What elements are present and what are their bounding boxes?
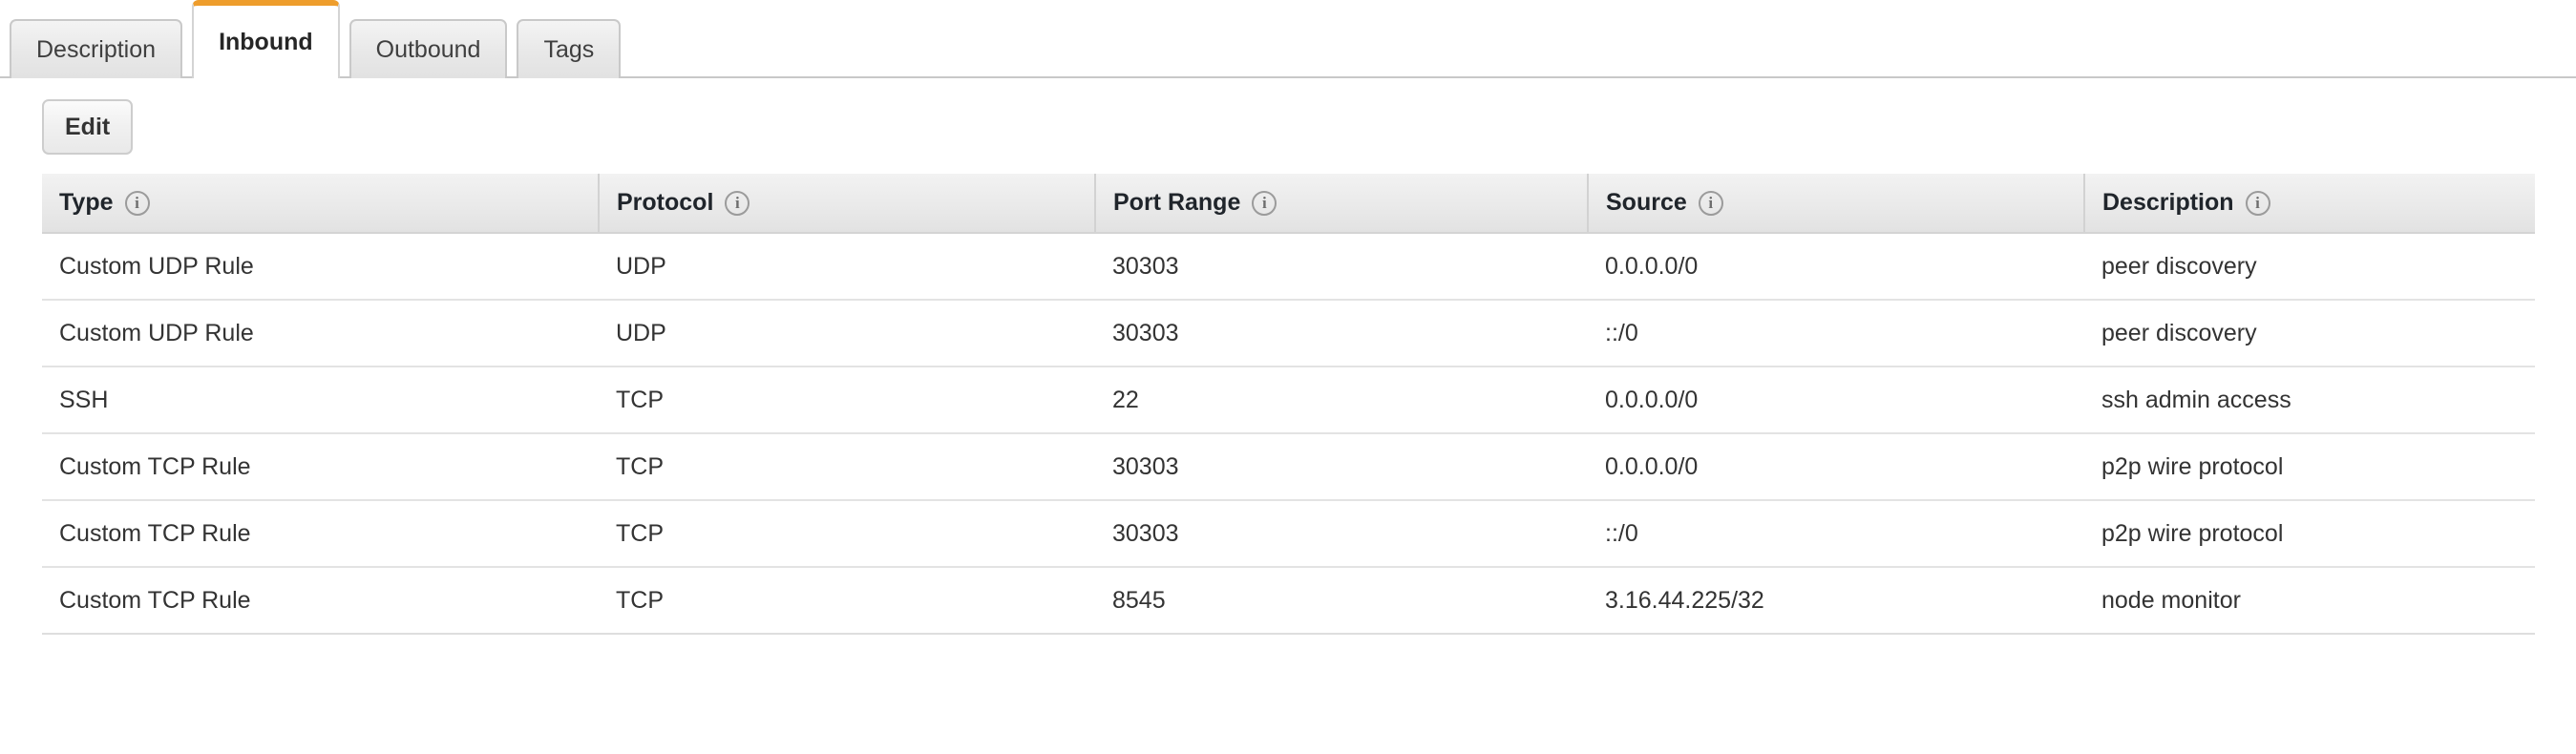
column-header-content: Protocol i: [617, 189, 1094, 217]
tab-label: Description: [36, 36, 156, 64]
tab-inbound[interactable]: Inbound: [192, 0, 340, 78]
info-icon[interactable]: i: [725, 191, 750, 216]
cell-source: 0.0.0.0/0: [1588, 367, 2084, 433]
table-row[interactable]: Custom UDP RuleUDP30303::/0peer discover…: [42, 300, 2535, 367]
edit-button[interactable]: Edit: [42, 99, 133, 155]
cell-description: p2p wire protocol: [2084, 500, 2535, 567]
tab-list: Description Inbound Outbound Tags: [10, 0, 2576, 78]
cell-port: 30303: [1095, 500, 1588, 567]
cell-type: Custom UDP Rule: [42, 233, 599, 300]
column-header-type: Typei: [42, 174, 599, 233]
cell-source: ::/0: [1588, 500, 2084, 567]
cell-type: Custom TCP Rule: [42, 433, 599, 500]
cell-source: 0.0.0.0/0: [1588, 233, 2084, 300]
info-icon[interactable]: i: [125, 191, 150, 216]
column-header-source: Sourcei: [1588, 174, 2084, 233]
cell-description: peer discovery: [2084, 300, 2535, 367]
tab-label: Inbound: [219, 29, 313, 56]
cell-protocol: TCP: [599, 433, 1095, 500]
column-header-label: Type: [59, 189, 114, 217]
cell-type: SSH: [42, 367, 599, 433]
cell-source: 3.16.44.225/32: [1588, 567, 2084, 634]
cell-protocol: TCP: [599, 500, 1095, 567]
column-header-label: Source: [1606, 189, 1687, 217]
info-icon[interactable]: i: [2246, 191, 2270, 216]
table-row[interactable]: Custom TCP RuleTCP85453.16.44.225/32node…: [42, 567, 2535, 634]
cell-description: ssh admin access: [2084, 367, 2535, 433]
cell-port: 8545: [1095, 567, 1588, 634]
table-toolbar: Edit: [0, 78, 2576, 174]
column-header-content: Description i: [2102, 189, 2535, 217]
tab-label: Tags: [543, 36, 594, 64]
cell-protocol: TCP: [599, 567, 1095, 634]
cell-description: node monitor: [2084, 567, 2535, 634]
column-header-description: Description i: [2084, 174, 2535, 233]
cell-port: 22: [1095, 367, 1588, 433]
info-icon[interactable]: i: [1699, 191, 1723, 216]
table-row[interactable]: Custom TCP RuleTCP30303::/0p2p wire prot…: [42, 500, 2535, 567]
cell-protocol: UDP: [599, 233, 1095, 300]
column-header-label: Protocol: [617, 189, 713, 217]
table-header: TypeiProtocoliPort RangeiSourceiDescript…: [42, 174, 2535, 233]
cell-type: Custom TCP Rule: [42, 567, 599, 634]
info-icon[interactable]: i: [1252, 191, 1277, 216]
column-header-port-range: Port Range i: [1095, 174, 1588, 233]
cell-port: 30303: [1095, 433, 1588, 500]
column-header-content: Sourcei: [1606, 189, 2083, 217]
cell-type: Custom TCP Rule: [42, 500, 599, 567]
table-header-row: TypeiProtocoliPort RangeiSourceiDescript…: [42, 174, 2535, 233]
cell-source: 0.0.0.0/0: [1588, 433, 2084, 500]
cell-protocol: UDP: [599, 300, 1095, 367]
table-body: Custom UDP RuleUDP303030.0.0.0/0peer dis…: [42, 233, 2535, 634]
inbound-rules-table-container: TypeiProtocoliPort RangeiSourceiDescript…: [42, 174, 2535, 635]
table-row[interactable]: Custom TCP RuleTCP303030.0.0.0/0p2p wire…: [42, 433, 2535, 500]
cell-port: 30303: [1095, 300, 1588, 367]
cell-type: Custom UDP Rule: [42, 300, 599, 367]
tab-label: Outbound: [376, 36, 481, 64]
tab-tags[interactable]: Tags: [517, 19, 621, 78]
table-row[interactable]: SSHTCP220.0.0.0/0ssh admin access: [42, 367, 2535, 433]
column-header-label: Description: [2102, 189, 2234, 217]
table-row[interactable]: Custom UDP RuleUDP303030.0.0.0/0peer dis…: [42, 233, 2535, 300]
tab-strip: Description Inbound Outbound Tags: [0, 0, 2576, 78]
cell-port: 30303: [1095, 233, 1588, 300]
column-header-content: Typei: [59, 189, 598, 217]
cell-description: p2p wire protocol: [2084, 433, 2535, 500]
cell-source: ::/0: [1588, 300, 2084, 367]
cell-protocol: TCP: [599, 367, 1095, 433]
cell-description: peer discovery: [2084, 233, 2535, 300]
column-header-label: Port Range: [1113, 189, 1240, 217]
tab-description[interactable]: Description: [10, 19, 182, 78]
column-header-content: Port Range i: [1113, 189, 1587, 217]
tab-outbound[interactable]: Outbound: [349, 19, 508, 78]
column-header-protocol: Protocol i: [599, 174, 1095, 233]
inbound-rules-table: TypeiProtocoliPort RangeiSourceiDescript…: [42, 174, 2535, 635]
